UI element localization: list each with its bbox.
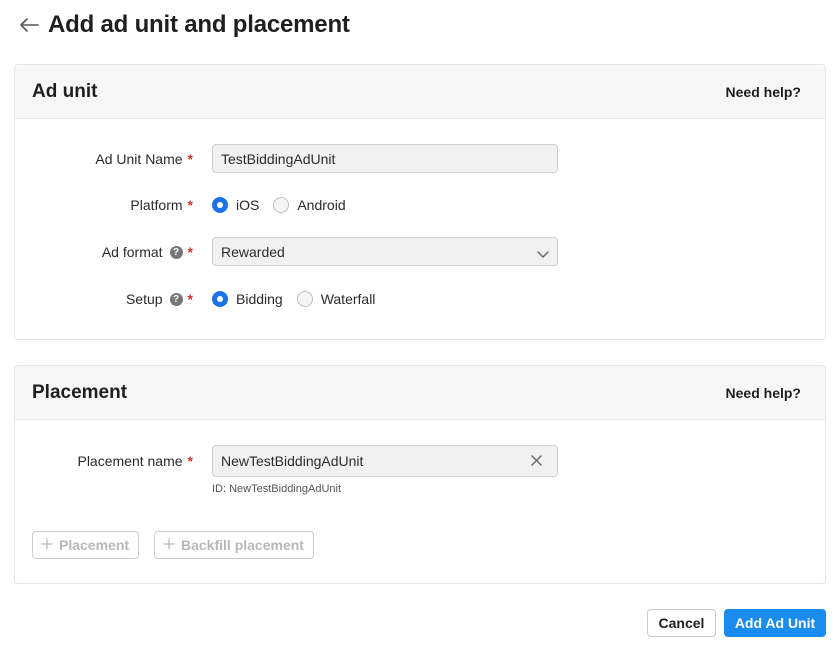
ad-unit-card-header: Ad unit Need help? (15, 65, 825, 119)
radio-selected-icon (212, 197, 228, 213)
placement-card: Placement Need help? Placement name * New… (14, 365, 826, 584)
required-mark: * (187, 244, 193, 260)
ad-unit-card: Ad unit Need help? Ad Unit Name * TestBid… (14, 64, 826, 340)
placement-name-input[interactable]: NewTestBiddingAdUnit (212, 445, 558, 477)
required-mark: * (187, 197, 193, 213)
help-question-icon[interactable]: ? (169, 245, 183, 259)
required-mark: * (187, 291, 193, 307)
required-mark: * (187, 452, 193, 469)
platform-row: Platform * (15, 195, 825, 215)
platform-radio-group: iOS Android (212, 195, 346, 215)
add-ad-unit-button[interactable]: Add Ad Unit (724, 609, 826, 637)
setup-option-bidding[interactable]: Bidding (212, 291, 283, 307)
placement-card-header: Placement Need help? (15, 366, 825, 420)
ad-format-label: Ad format ? * (101, 244, 193, 260)
setup-label: Setup ? * (125, 291, 193, 307)
cancel-button[interactable]: Cancel (647, 609, 716, 637)
placement-section-title: Placement (32, 381, 128, 403)
add-backfill-placement-button[interactable]: Backfill placement (154, 531, 314, 559)
ad-unit-section-title: Ad unit (32, 80, 98, 102)
platform-label: Platform * (130, 197, 193, 213)
ad-unit-help-link[interactable]: Need help? (726, 84, 801, 100)
required-mark: * (187, 150, 193, 167)
platform-option-android[interactable]: Android (273, 197, 346, 213)
setup-option-waterfall[interactable]: Waterfall (296, 291, 375, 307)
placement-id-hint: ID: NewTestBiddingAdUnit (212, 483, 342, 495)
clear-x-icon[interactable] (530, 454, 543, 470)
radio-unselected-icon (273, 197, 290, 213)
ad-format-select[interactable]: Rewarded (212, 237, 558, 266)
platform-option-ios[interactable]: iOS (212, 197, 259, 213)
plus-icon (41, 537, 53, 553)
help-question-icon[interactable]: ? (169, 292, 183, 306)
page-title: Add ad unit and placement (48, 11, 350, 38)
ad-unit-name-label: Ad Unit Name * (95, 150, 193, 167)
radio-selected-icon (212, 291, 228, 307)
setup-row: Setup ? * (15, 289, 825, 309)
page-header: Add ad unit and placement (18, 10, 350, 40)
chevron-down-icon (537, 246, 549, 262)
radio-unselected-icon (296, 291, 313, 307)
plus-icon (163, 537, 175, 553)
add-placement-button[interactable]: Placement (32, 531, 140, 559)
back-arrow-icon[interactable] (18, 14, 40, 36)
setup-radio-group: Bidding Waterfall (212, 289, 375, 309)
ad-unit-name-input[interactable]: TestBiddingAdUnit (212, 144, 558, 173)
placement-help-link[interactable]: Need help? (726, 385, 801, 401)
placement-name-label: Placement name * (77, 452, 193, 469)
